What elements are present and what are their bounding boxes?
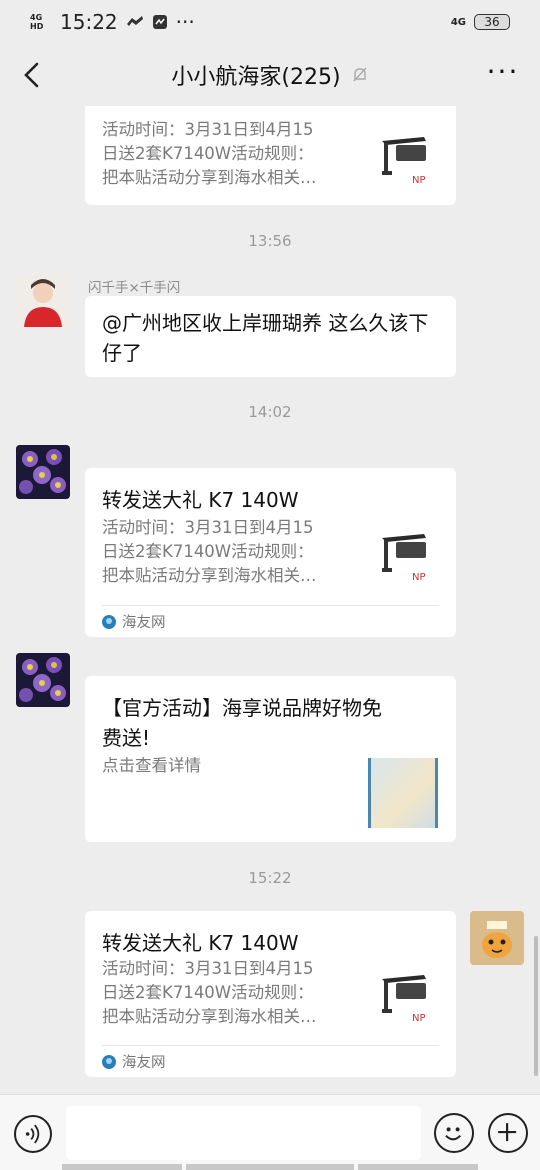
back-arrow-icon[interactable] — [18, 60, 48, 90]
message-bubble[interactable]: @广州地区收上岸珊瑚养 这么久该下仔了 — [85, 296, 456, 377]
hd-call-icon — [126, 16, 143, 26]
my-avatar[interactable] — [470, 911, 524, 965]
card-desc-line: 活动时间：3月31日到4月15 — [102, 959, 314, 978]
source-logo-icon — [102, 1054, 116, 1069]
status-right: 4G 36 — [451, 14, 510, 30]
card-title: 转发送大礼 K7 140W — [102, 488, 299, 512]
svg-text:NP: NP — [412, 572, 426, 583]
timestamp: 14:02 — [248, 403, 292, 421]
status-more: ··· — [175, 10, 195, 34]
card-source: 海友网 — [102, 605, 439, 637]
message-input[interactable] — [66, 1106, 421, 1160]
nav-hint — [186, 1164, 354, 1170]
app-notify-icon — [152, 15, 167, 29]
source-name: 海友网 — [122, 615, 166, 631]
message-text: @广州地区收上岸珊瑚养 这么久该下仔了 — [102, 311, 429, 365]
svg-text:NP: NP — [412, 175, 426, 186]
card-title: 费送! — [102, 726, 151, 750]
network-indicator: 4G HD — [30, 13, 44, 31]
card-desc-line: 日送2套K7140W活动规则： — [102, 542, 314, 561]
source-name: 海友网 — [122, 1055, 166, 1071]
more-options-button[interactable]: ··· — [486, 58, 520, 88]
timestamp: 13:56 — [248, 232, 292, 250]
card-desc-line: 日送2套K7140W活动规则： — [102, 983, 314, 1002]
link-card-top[interactable]: 活动时间：3月31日到4月15 日送2套K7140W活动规则： 把本贴活动分享到… — [85, 106, 456, 205]
card-desc-line: 活动时间：3月31日到4月15 — [102, 518, 314, 537]
status-left: 4G HD 15:22 ··· — [30, 10, 195, 34]
card-title: 转发送大礼 K7 140W — [102, 931, 299, 955]
card-title: 【官方活动】海享说品牌好物免 — [102, 696, 382, 720]
mute-bell-icon — [353, 67, 367, 82]
battery-level: 36 — [484, 15, 500, 29]
chat-title: 小小航海家(225) — [171, 65, 341, 90]
scrollbar[interactable] — [534, 936, 538, 1076]
card-desc-line: 把本贴活动分享到海水相关… — [102, 168, 317, 187]
avatar[interactable] — [16, 273, 70, 327]
timestamp: 15:22 — [248, 869, 292, 887]
avatar[interactable] — [16, 653, 70, 707]
svg-text:NP: NP — [412, 1013, 426, 1024]
card-desc-line: 活动时间：3月31日到4月15 — [102, 120, 314, 139]
source-logo-icon — [102, 614, 116, 629]
chat-header: 小小航海家(225) ··· — [0, 44, 540, 106]
avatar[interactable] — [16, 445, 70, 499]
battery-icon: 36 — [474, 14, 510, 30]
card-desc-line: 把本贴活动分享到海水相关… — [102, 1007, 317, 1026]
card-desc-line: 日送2套K7140W活动规则： — [102, 144, 314, 163]
chat-title-wrap: 小小航海家(225) — [171, 59, 368, 91]
voice-icon[interactable] — [14, 1115, 52, 1153]
card-source: 海友网 — [102, 1045, 439, 1077]
emoji-icon[interactable] — [434, 1113, 474, 1153]
lamp-thumbnail-icon: NP — [382, 975, 426, 1024]
card-desc-line: 把本贴活动分享到海水相关… — [102, 566, 317, 585]
sender-name: 闪千手×千手闪 — [88, 280, 181, 296]
nav-hint — [62, 1164, 182, 1170]
link-card[interactable]: 转发送大礼 K7 140W 活动时间：3月31日到4月15 日送2套K7140W… — [85, 468, 456, 637]
status-bar: 4G HD 15:22 ··· 4G 36 — [0, 0, 540, 44]
status-time: 15:22 — [60, 10, 118, 34]
network-4g: 4G — [450, 16, 466, 28]
link-card[interactable]: 转发送大礼 K7 140W 活动时间：3月31日到4月15 日送2套K7140W… — [85, 911, 456, 1077]
card-desc: 点击查看详情 — [102, 756, 201, 775]
chat-area[interactable]: 活动时间：3月31日到4月15 日送2套K7140W活动规则： 把本贴活动分享到… — [0, 106, 540, 1094]
nav-hint — [358, 1164, 478, 1170]
input-bar — [0, 1094, 540, 1170]
lamp-thumbnail-icon: NP — [382, 137, 426, 186]
plus-icon[interactable] — [488, 1113, 528, 1153]
article-thumbnail — [368, 758, 438, 828]
lamp-thumbnail-icon: NP — [382, 534, 426, 583]
link-card[interactable]: 【官方活动】海享说品牌好物免 费送! 点击查看详情 — [85, 676, 456, 842]
